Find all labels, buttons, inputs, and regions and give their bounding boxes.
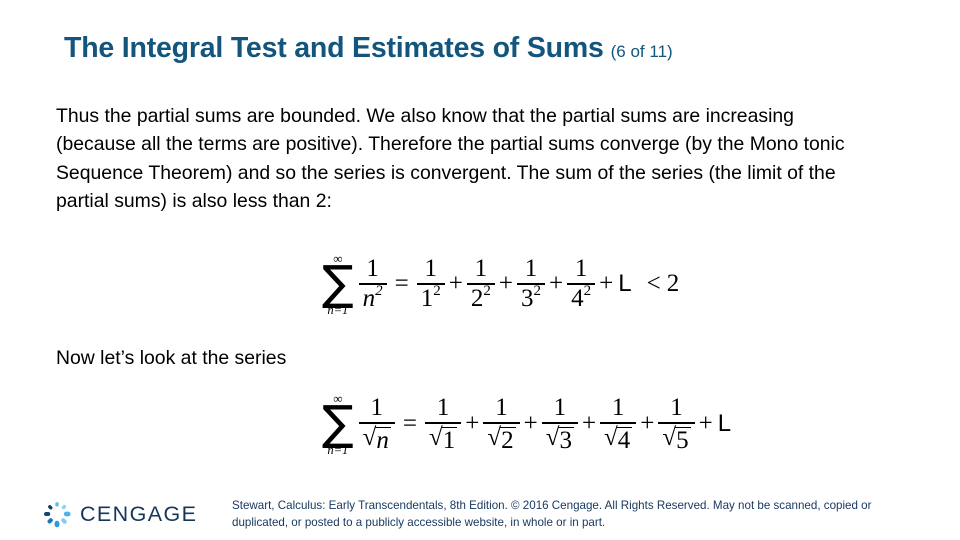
radical-icon: √ <box>545 424 560 452</box>
fraction-denominator: √ 4 <box>600 422 637 455</box>
ellipsis-glyph: L <box>618 270 632 298</box>
radical-icon: √ <box>362 424 377 452</box>
fraction-denominator: √ n <box>358 422 395 453</box>
radical-icon: √ <box>429 424 443 452</box>
radical-icon: √ <box>604 424 618 452</box>
summation-operator-2: ∞ ∑ n=1 <box>322 392 354 457</box>
sigma-icon: ∑ <box>322 256 354 311</box>
denominator-exponent: 2 <box>533 283 542 300</box>
page-title: The Integral Test and Estimates of Sums (… <box>64 32 904 65</box>
denominator-base: 4 <box>571 285 584 313</box>
radical-icon: √ <box>487 424 502 452</box>
equation-sum-one-over-n-squared: ∞ ∑ n=1 1 n2 = 1 12 + 1 22 + 1 32 + 1 42… <box>322 252 681 317</box>
page-title-text: The Integral Test and Estimates of Sums <box>64 32 604 64</box>
fraction-numerator: 1 <box>670 394 683 422</box>
radical-icon: √ <box>662 424 677 452</box>
fraction-term-5: 1 √ 5 <box>658 394 695 455</box>
radical-expression: √ 2 <box>487 424 516 455</box>
fraction-numerator: 1 <box>574 255 588 283</box>
copyright-attribution: Stewart, Calculus: Early Transcendentals… <box>232 499 872 529</box>
fraction-term-3: 1 √ 3 <box>541 394 578 453</box>
radicand: 1 <box>441 427 458 455</box>
denominator-exponent: 2 <box>433 283 441 300</box>
radical-expression: √ 1 <box>429 424 458 455</box>
fraction-denominator: 42 <box>567 283 596 313</box>
body-paragraph: Thus the partial sums are bounded. We al… <box>56 105 845 213</box>
cengage-logo: CENGAGE <box>40 497 197 531</box>
denominator-base: 3 <box>521 285 534 313</box>
summation-lower-limit-2: n=1 <box>327 443 349 458</box>
fraction-term-2: 1 22 <box>466 255 495 313</box>
fraction-numerator: 1 <box>366 255 379 283</box>
radicand: 2 <box>500 427 516 455</box>
fraction-numerator: 1 <box>370 394 384 422</box>
fraction-numerator: 1 <box>524 255 538 283</box>
slide: The Integral Test and Estimates of Sums (… <box>0 0 960 540</box>
fraction-denominator: √ 2 <box>483 422 520 455</box>
fraction-denominator: √ 5 <box>658 422 695 455</box>
less-than-sign: < <box>646 270 661 298</box>
denominator-base: n <box>362 285 376 313</box>
radical-expression: √ 3 <box>546 425 574 453</box>
summation-operator-1: ∞ ∑ n=1 <box>322 252 354 317</box>
comparison-value: 2 <box>666 270 680 298</box>
fraction-numerator: 1 <box>495 394 508 422</box>
fraction-denominator: √ 1 <box>425 422 462 455</box>
denominator-base: 1 <box>420 285 434 313</box>
plus-sign: + <box>523 410 538 438</box>
page-title-counter: (6 of 11) <box>610 42 673 61</box>
fraction-term-1: 1 √ 1 <box>425 394 462 455</box>
fraction-numerator: 1 <box>474 255 488 283</box>
fraction-numerator: 1 <box>611 394 625 422</box>
fraction-denominator: √ 3 <box>541 422 578 453</box>
radicand: 3 <box>558 427 574 455</box>
lead-in-text: Now let’s look at the series <box>56 347 287 369</box>
fraction-denominator: n2 <box>358 283 387 313</box>
plus-sign: + <box>498 270 513 298</box>
fraction-numerator: 1 <box>424 255 438 283</box>
denominator-exponent: 2 <box>583 283 592 300</box>
fraction-numerator: 1 <box>436 394 450 422</box>
plus-sign: + <box>599 270 614 298</box>
denominator-exponent: 2 <box>483 283 491 300</box>
plus-sign: + <box>448 270 463 298</box>
fraction-denominator: 12 <box>416 283 445 313</box>
radical-expression: √ n <box>363 425 391 453</box>
denominator-exponent: 2 <box>375 283 383 300</box>
radicand: 4 <box>616 427 633 455</box>
cengage-swirl-icon <box>44 502 71 528</box>
radicand: 5 <box>675 427 691 455</box>
plus-sign: + <box>465 410 480 438</box>
plus-sign: + <box>698 410 713 438</box>
sigma-icon: ∑ <box>322 396 354 451</box>
equation-sum-one-over-sqrt-n: ∞ ∑ n=1 1 √ n = 1 √ 1 + 1 √ 2 + 1 √ 3 + … <box>322 392 733 457</box>
plus-sign: + <box>549 270 564 298</box>
fraction-term-2: 1 √ 2 <box>483 394 520 455</box>
denominator-base: 2 <box>470 285 484 313</box>
fraction-term-1: 1 12 <box>416 255 445 313</box>
equals-sign-1: = <box>394 270 409 298</box>
plus-sign: + <box>640 410 655 438</box>
fraction-term-3: 1 32 <box>517 256 545 312</box>
cengage-wordmark: CENGAGE <box>80 501 198 526</box>
fraction-lhs-1: 1 n2 <box>358 255 387 313</box>
fraction-denominator: 22 <box>466 283 495 313</box>
radicand: n <box>375 427 391 455</box>
fraction-numerator: 1 <box>553 394 567 422</box>
radical-expression: √ 5 <box>662 424 691 455</box>
radical-expression: √ 4 <box>604 424 633 455</box>
summation-lower-limit-1: n=1 <box>327 303 349 318</box>
fraction-term-4: 1 42 <box>567 255 596 313</box>
fraction-lhs-2: 1 √ n <box>358 394 395 453</box>
fraction-term-4: 1 √ 4 <box>600 394 637 455</box>
equals-sign-2: = <box>402 410 418 438</box>
plus-sign: + <box>581 410 597 438</box>
ellipsis-glyph: L <box>717 410 732 438</box>
fraction-denominator: 32 <box>517 283 545 312</box>
